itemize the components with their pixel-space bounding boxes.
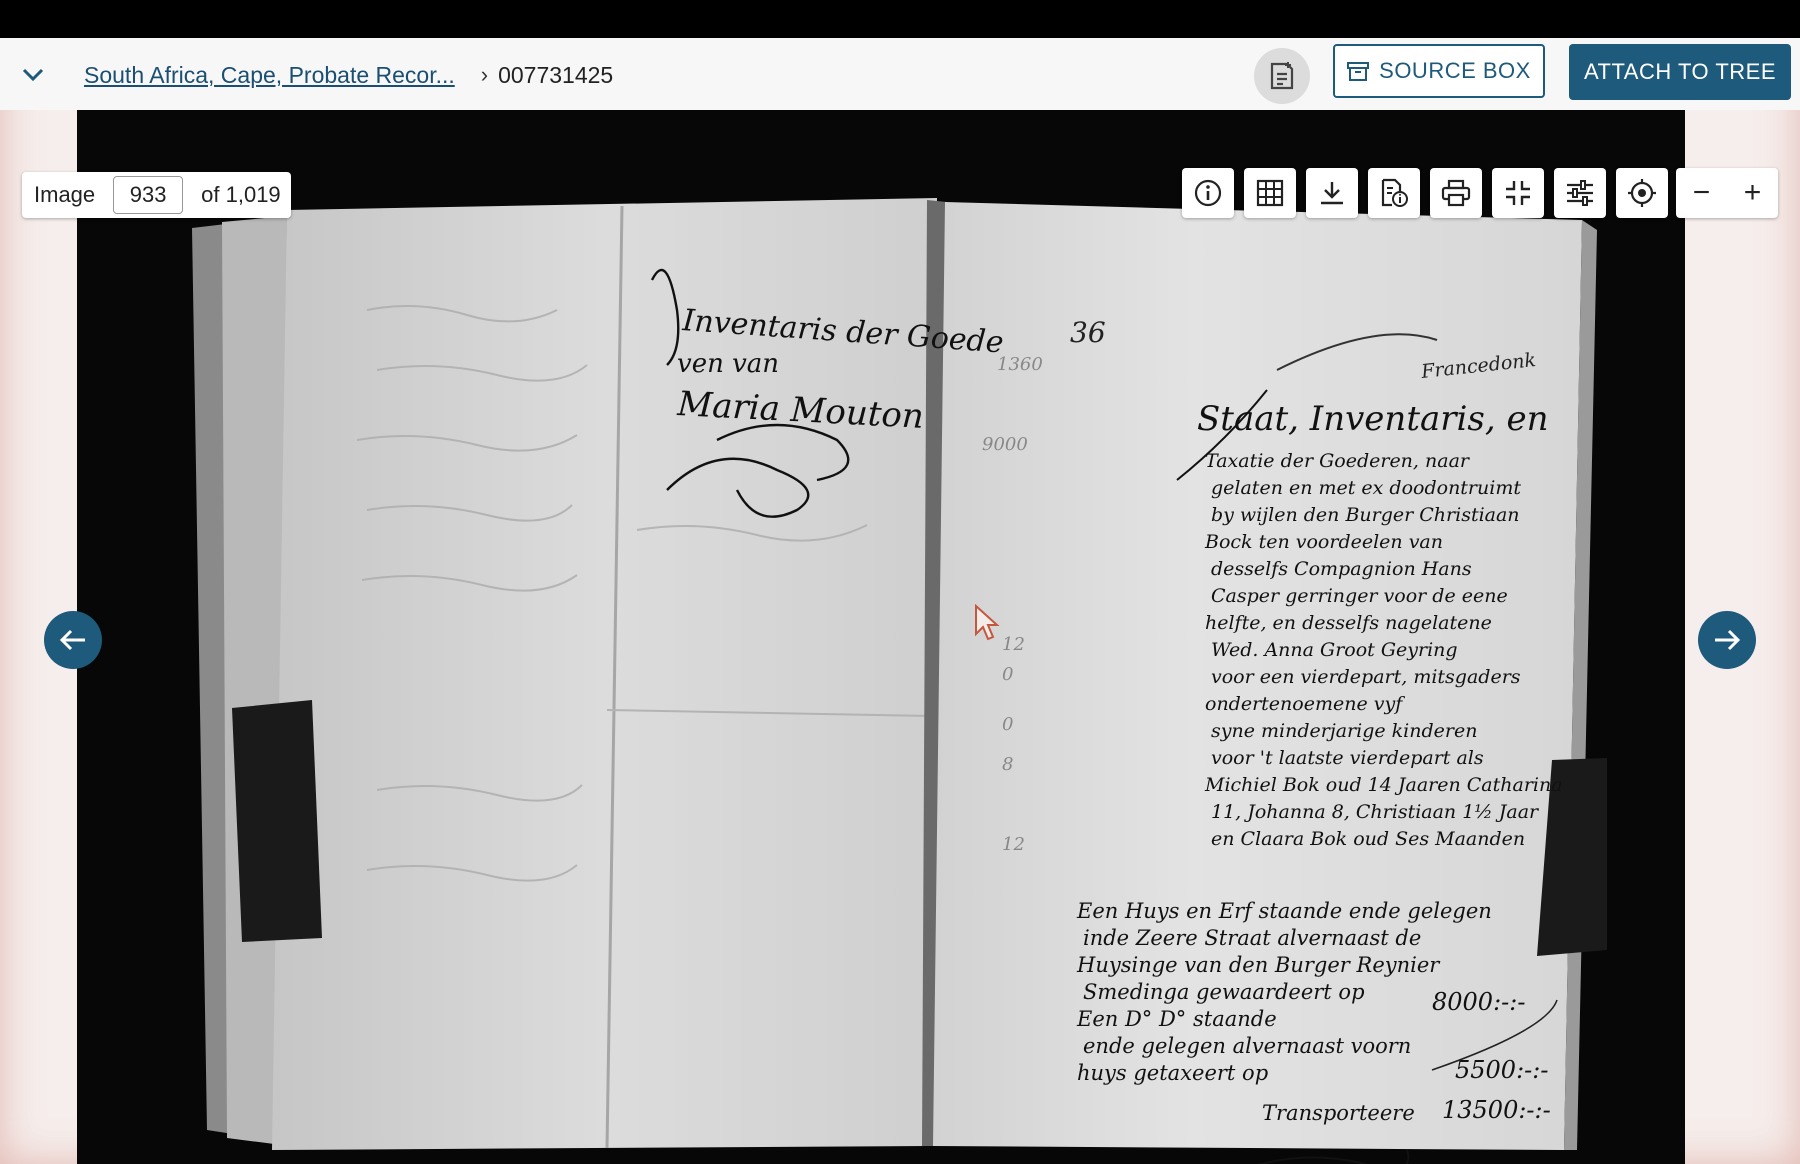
body-line-3: by wijlen den Burger Christiaan [1211, 504, 1520, 526]
viewer-toolbar [1182, 168, 1668, 218]
viewer-header: South Africa, Cape, Probate Recor... › 0… [0, 38, 1800, 110]
body-line-11: syne minderjarige kinderen [1211, 720, 1477, 742]
document-scan-image: Inventaris der Goede ven van Maria Mouto… [192, 198, 1607, 1164]
svg-text:12: 12 [1002, 634, 1025, 655]
svg-text:12: 12 [1002, 834, 1025, 855]
attach-to-tree-button[interactable]: ATTACH TO TREE [1569, 44, 1791, 100]
source-box-button[interactable]: SOURCE BOX [1333, 44, 1545, 98]
body-line-8: Wed. Anna Groot Geyring [1211, 639, 1458, 661]
window-top-bar [0, 0, 1800, 38]
amount-1-text: 8000:-:- [1432, 988, 1525, 1016]
fit-screen-icon [1506, 181, 1530, 205]
left-heading-line-2: ven van [677, 349, 779, 379]
adjust-image-button[interactable] [1554, 168, 1606, 218]
body-line-1: Taxatie der Goederen, naar [1205, 450, 1471, 472]
entry-line-5: Een D° D° staande [1076, 1007, 1277, 1031]
download-button[interactable] [1306, 168, 1358, 218]
breadcrumb-film-number: 007731425 [498, 61, 614, 88]
svg-text:1360: 1360 [997, 354, 1043, 375]
breadcrumb-separator: › [480, 62, 489, 87]
body-line-6: Casper gerringer voor de eene [1211, 585, 1508, 607]
zoom-in-button[interactable]: + [1727, 168, 1778, 218]
page-number-text: 36 [1070, 316, 1106, 349]
body-line-5: desselfs Compagnion Hans [1211, 558, 1472, 580]
entry-line-2: inde Zeere Straat alvernaast de [1083, 926, 1421, 950]
grid-icon [1256, 179, 1284, 207]
locate-button[interactable] [1616, 168, 1668, 218]
zoom-out-button[interactable]: − [1676, 168, 1727, 218]
print-button[interactable] [1430, 168, 1482, 218]
download-icon [1321, 182, 1343, 205]
breadcrumb: South Africa, Cape, Probate Recor... › 0… [84, 58, 613, 92]
attach-to-tree-label: ATTACH TO TREE [1584, 59, 1776, 84]
zoom-controls: − + [1676, 168, 1778, 218]
document-info-button[interactable] [1368, 168, 1420, 218]
transport-amount-text: 13500:-:- [1442, 1096, 1551, 1124]
adjust-icon [1567, 180, 1593, 206]
body-line-9: voor een vierdepart, mitsgaders [1211, 666, 1521, 688]
source-box-label: SOURCE BOX [1379, 58, 1531, 83]
entry-line-4: Smedinga gewaardeert op [1083, 980, 1365, 1004]
fit-screen-button[interactable] [1492, 168, 1544, 218]
image-counter: Image of 1,019 [22, 172, 291, 218]
image-label: Image [34, 182, 96, 207]
title-line-text: Staat, Inventaris, en [1197, 399, 1548, 439]
notes-icon [1270, 62, 1294, 90]
svg-text:0: 0 [1002, 664, 1013, 685]
body-line-12: voor 't laatste vierdepart als [1211, 747, 1484, 769]
record-viewer-app: South Africa, Cape, Probate Recor... › 0… [0, 38, 1800, 1164]
document-info-icon [1381, 178, 1408, 207]
arrow-left-icon [59, 629, 85, 651]
entry-line-6: ende gelegen alvernaast voorn [1083, 1034, 1411, 1058]
notes-button[interactable] [1254, 48, 1310, 104]
collapse-button[interactable] [18, 60, 48, 90]
body-line-7: helfte, en desselfs nagelatene [1205, 612, 1492, 634]
svg-text:0: 0 [1002, 714, 1013, 735]
image-viewer[interactable]: Inventaris der Goede ven van Maria Mouto… [77, 110, 1685, 1164]
chevron-down-icon [22, 68, 44, 82]
previous-image-button[interactable] [44, 611, 102, 669]
grid-view-button[interactable] [1244, 168, 1296, 218]
body-line-15: en Claara Bok oud Ses Maanden [1211, 828, 1525, 850]
svg-text:8: 8 [1002, 754, 1013, 775]
breadcrumb-collection-link[interactable]: South Africa, Cape, Probate Recor... [84, 62, 455, 89]
body-line-4: Bock ten voordeelen van [1204, 531, 1443, 553]
transport-label-text: Transporteere [1262, 1101, 1415, 1125]
entry-line-1: Een Huys en Erf staande ende gelegen [1076, 899, 1492, 923]
next-image-button[interactable] [1698, 611, 1756, 669]
entry-line-7: huys getaxeert op [1077, 1061, 1268, 1085]
info-icon [1194, 179, 1222, 207]
svg-text:9000: 9000 [982, 434, 1028, 455]
image-total: of 1,019 [201, 182, 281, 207]
locate-icon [1628, 179, 1656, 207]
mouse-cursor-icon [975, 604, 1000, 641]
arrow-right-icon [1715, 629, 1741, 651]
body-line-10: ondertenoemene vyf [1205, 693, 1405, 715]
entry-line-3: Huysinge van den Burger Reynier [1076, 953, 1441, 977]
body-line-2: gelaten en met ex doodontruimt [1211, 477, 1521, 499]
body-line-14: 11, Johanna 8, Christiaan 1½ Jaar [1211, 801, 1540, 823]
print-icon [1441, 179, 1471, 207]
image-number-input[interactable] [113, 176, 184, 214]
amount-2-text: 5500:-:- [1455, 1056, 1548, 1084]
archive-box-icon [1347, 62, 1370, 81]
info-button[interactable] [1182, 168, 1234, 218]
body-line-13: Michiel Bok oud 14 Jaaren Catharina [1204, 774, 1563, 796]
